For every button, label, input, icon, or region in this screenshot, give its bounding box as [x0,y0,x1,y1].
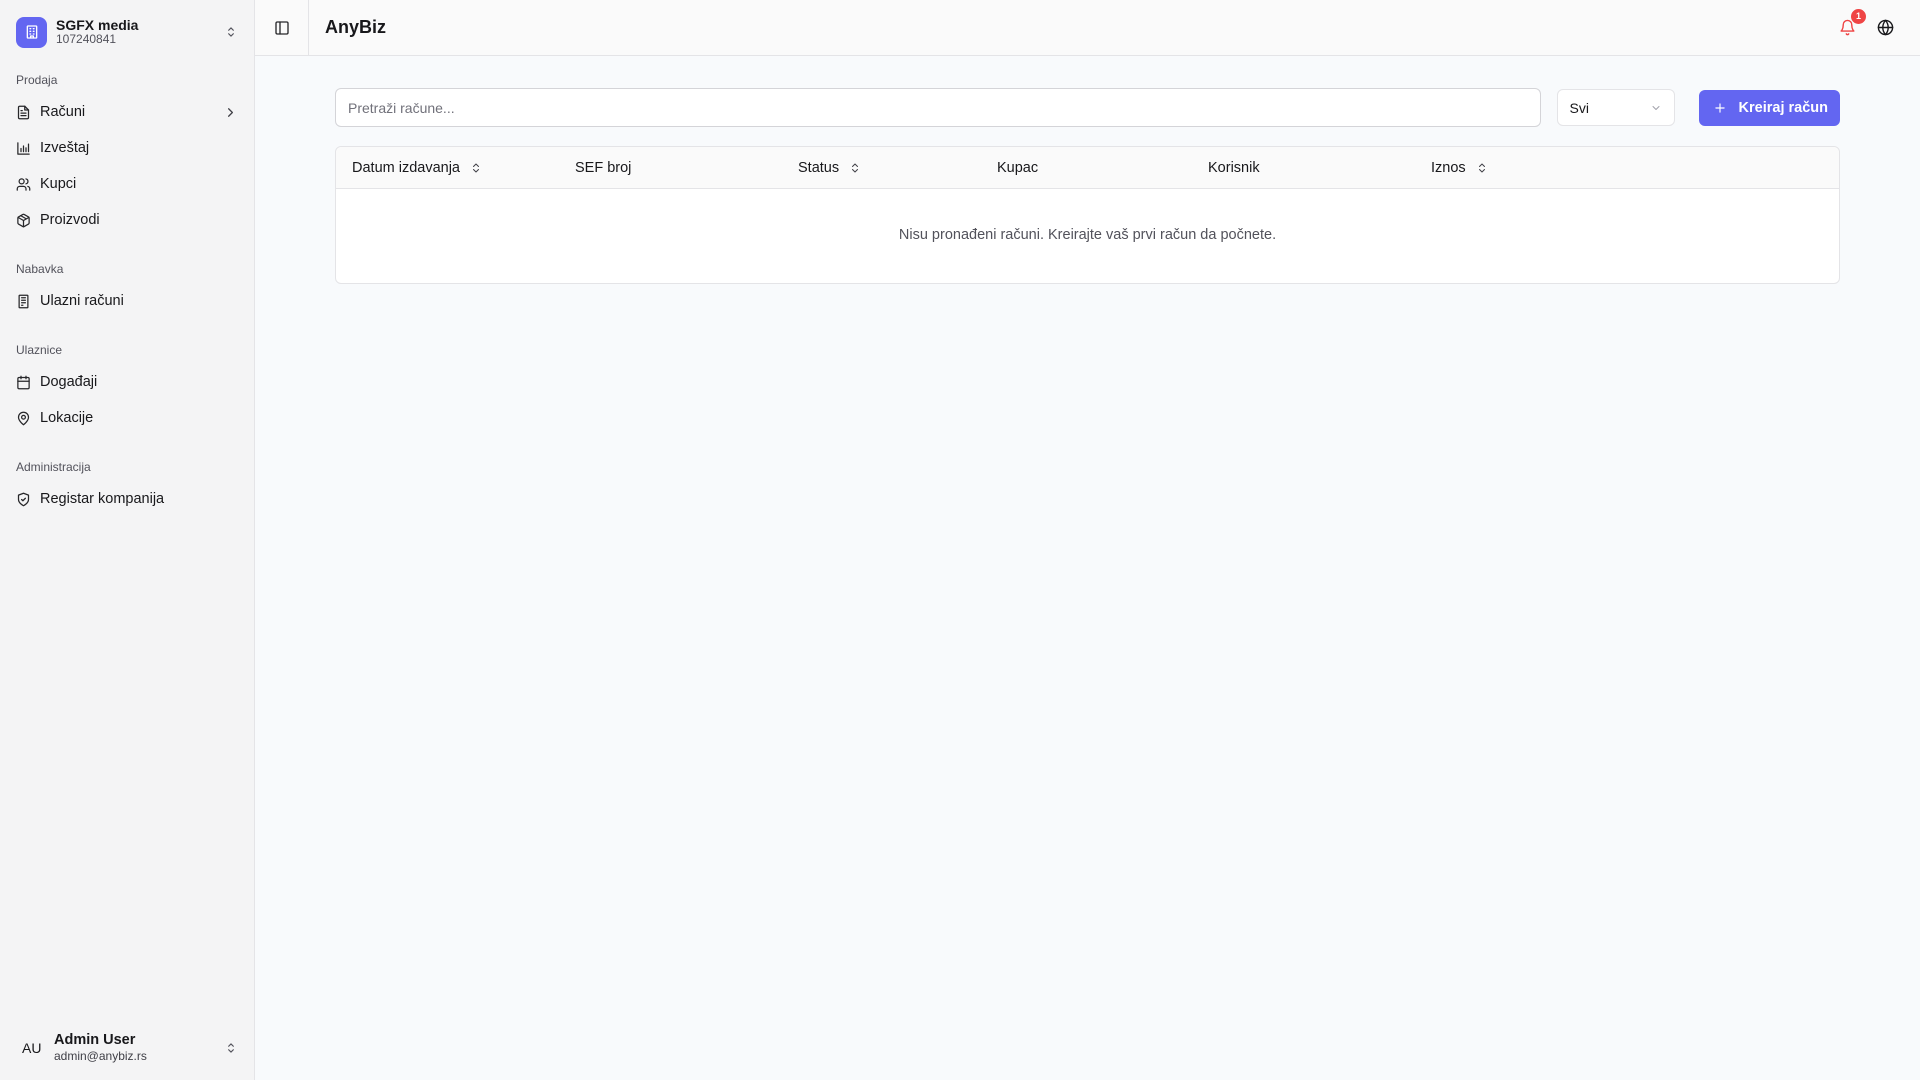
panel-left-icon [274,20,289,35]
avatar: AU [22,1039,42,1056]
sidebar-item-label: Računi [40,104,86,120]
nav-group-administracija: Administracija Registar kompanija [0,436,254,517]
company-id: 107240841 [56,32,117,47]
search-input[interactable] [335,88,1541,127]
chevron-right-icon [228,107,233,117]
user-email: admin@anybiz.rs [54,1049,147,1063]
map-pin-icon [17,411,30,425]
sidebar-item-izvestaj[interactable]: Izveštaj [16,130,238,166]
sort-icon [1478,163,1485,172]
plus-icon [1714,102,1725,113]
sort-icon [852,163,859,172]
column-header-sef-broj: SEF broj [575,160,631,176]
column-label: Korisnik [1208,159,1260,176]
sidebar-item-proizvodi[interactable]: Proizvodi [16,202,238,238]
building-icon [16,16,47,48]
chevron-down-icon [1652,105,1660,110]
content: Svi Kreiraj račun Datum izdavanja SEF br… [255,56,1920,284]
nav-group-label: Prodaja [16,73,58,87]
file-text-icon [17,105,30,119]
sidebar-item-registar-kompanija[interactable]: Registar kompanija [16,481,238,517]
notification-badge: 1 [1851,8,1866,24]
column-label: Iznos [1431,159,1466,176]
notifications-button[interactable]: 1 [1839,8,1866,37]
column-header-kupac: Kupac [997,160,1038,176]
users-icon [16,177,31,191]
globe-icon [1877,19,1894,36]
nav-group-label: Nabavka [16,262,64,276]
invoices-table: Datum izdavanja SEF broj Status Kupac Ko… [335,146,1840,284]
chevrons-up-down-icon [228,27,234,37]
sidebar-item-label: Kupci [40,176,77,192]
column-header-status[interactable]: Status [798,160,861,176]
sidebar-item-label: Izveštaj [40,140,90,156]
page-title: AnyBiz [325,17,387,37]
language-button[interactable] [1877,19,1894,36]
sort-icon [473,163,479,172]
column-header-iznos[interactable]: Iznos [1431,160,1488,176]
bar-chart-icon [17,141,30,155]
status-filter-select[interactable]: Svi [1556,89,1675,126]
sidebar-item-dogadjaji[interactable]: Događaji [16,364,238,400]
nav-group-label: Administracija [16,460,91,474]
shield-check-icon [17,492,30,506]
column-label: Status [798,159,840,176]
sidebar-item-racuni[interactable]: Računi [16,94,238,130]
create-invoice-button[interactable]: Kreiraj račun [1698,89,1840,126]
sidebar-item-label: Proizvodi [40,212,100,228]
sidebar-toggle-button[interactable] [255,0,309,55]
create-invoice-label: Kreiraj račun [1738,99,1828,116]
sidebar-item-label: Lokacije [40,410,94,426]
column-label: Kupac [997,159,1039,176]
column-label: SEF broj [575,159,632,176]
column-label: Datum izdavanja [352,159,460,176]
sidebar-item-lokacije[interactable]: Lokacije [16,400,238,436]
chevrons-up-down-icon [228,1042,234,1053]
nav-group-ulaznice: Ulaznice Događaji Lokacije [0,319,254,436]
calendar-icon [17,375,30,389]
company-switcher[interactable]: SGFX media 107240841 [0,0,254,49]
sidebar-item-label: Ulazni računi [40,293,124,309]
main-area: AnyBiz 1 Svi Kreiraj račun [255,0,1920,1080]
nav-group-label: Ulaznice [16,343,63,357]
sidebar-item-label: Događaji [40,374,98,390]
package-icon [17,213,30,227]
top-bar: AnyBiz 1 [255,0,1920,56]
company-name: SGFX media [56,17,139,34]
sidebar-item-kupci[interactable]: Kupci [16,166,238,202]
column-header-korisnik: Korisnik [1208,160,1260,176]
nav-group-prodaja: Prodaja Računi Izveštaj Kupci Proizvodi [0,49,254,238]
column-header-datum-izdavanja[interactable]: Datum izdavanja [352,160,482,176]
sidebar: SGFX media 107240841 Prodaja Računi Izve… [0,0,255,1080]
table-header: Datum izdavanja SEF broj Status Kupac Ko… [336,147,1839,189]
user-name: Admin User [54,1031,136,1048]
status-filter-value: Svi [1569,99,1589,116]
sidebar-item-ulazni-racuni[interactable]: Ulazni računi [16,283,238,319]
user-menu[interactable]: AU Admin User admin@anybiz.rs [0,1030,254,1080]
sidebar-item-label: Registar kompanija [40,491,165,507]
receipt-icon [18,294,29,308]
empty-state-message: Nisu pronađeni računi. Kreirajte vaš prv… [898,227,1277,243]
nav-group-nabavka: Nabavka Ulazni računi [0,238,254,319]
toolbar: Svi Kreiraj račun [335,88,1840,127]
